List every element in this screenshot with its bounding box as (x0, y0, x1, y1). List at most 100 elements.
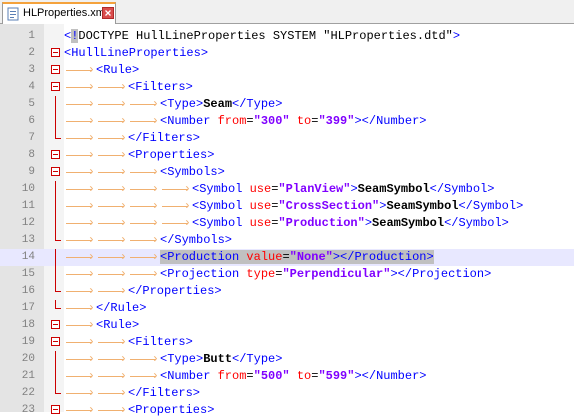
code-line[interactable]: 4 <Filters> (0, 79, 574, 96)
tab-arrow-icon (64, 249, 96, 266)
fold-line-marker (55, 181, 56, 198)
fold-toggle-icon[interactable] (51, 405, 60, 414)
code-text: <Production value="None"></Production> (64, 249, 434, 266)
tab-arrow-icon (64, 334, 96, 351)
code-text: </Symbols> (64, 232, 232, 249)
code-token: use (249, 199, 272, 213)
code-token: <Rule> (96, 318, 140, 332)
line-number: 8 (28, 149, 35, 161)
close-icon[interactable] (102, 7, 114, 19)
code-text: </Properties> (64, 283, 222, 300)
tab-arrow-icon (128, 266, 160, 283)
tab-arrow-icon (64, 96, 96, 113)
code-token: Seam (203, 97, 233, 111)
line-number: 12 (21, 217, 35, 229)
tab-arrow-icon (160, 181, 192, 198)
code-line[interactable]: 5 <Type>Seam</Type> (0, 96, 574, 113)
code-token: use (249, 216, 272, 230)
code-line[interactable]: 16 </Properties> (0, 283, 574, 300)
code-line[interactable]: 21<Number from="500" to="599"></Number> (0, 368, 574, 385)
code-text: <Rule> (64, 62, 139, 79)
code-line[interactable]: 2 <HullLineProperties> (0, 45, 574, 62)
code-line[interactable]: 8 <Properties> (0, 147, 574, 164)
tab-arrow-icon (64, 232, 96, 249)
tab-arrow-icon (128, 368, 160, 385)
tab-arrow-icon (96, 215, 128, 232)
code-line[interactable]: 15 <Projection type="Perpendicular"></Pro… (0, 266, 574, 283)
fold-toggle-icon[interactable] (51, 65, 60, 74)
code-text: <Number from="500" to="599"></Number> (64, 368, 426, 385)
tab-arrow-icon (160, 215, 192, 232)
code-token: </Filters> (128, 386, 201, 400)
fold-toggle-icon[interactable] (51, 167, 60, 176)
code-text: <Symbol use="CrossSection">SeamSymbol</S… (64, 198, 523, 215)
fold-toggle-icon[interactable] (51, 337, 60, 346)
code-line[interactable]: 6<Number from="300" to="399"></Number> (0, 113, 574, 130)
code-text: <Properties> (64, 147, 214, 164)
code-line[interactable]: 10 <Symbol use="PlanView">SeamSymbol</Sym… (0, 181, 574, 198)
code-line[interactable]: 17 </Rule> (0, 300, 574, 317)
fold-toggle-icon[interactable] (51, 150, 60, 159)
code-token: <Symbols> (160, 165, 225, 179)
code-token: <Number (160, 114, 218, 128)
fold-toggle-icon[interactable] (51, 48, 60, 57)
code-line[interactable]: 20 <Type>Butt</Type> (0, 351, 574, 368)
code-token: <Projection (160, 267, 247, 281)
tab-bar: HLProperties.xml (0, 0, 574, 24)
fold-end-marker (55, 130, 61, 139)
tab-arrow-icon (64, 113, 96, 130)
tab-arrow-icon (64, 402, 96, 419)
tab-arrow-icon (96, 147, 128, 164)
code-line[interactable]: 11 <Symbol use="CrossSection">SeamSymbol<… (0, 198, 574, 215)
code-line[interactable]: 13 </Symbols> (0, 232, 574, 249)
line-number: 14 (21, 251, 35, 263)
line-number: 6 (28, 115, 35, 127)
code-token: <Filters> (128, 80, 193, 94)
line-number: 3 (28, 64, 35, 76)
tab-arrow-icon (128, 351, 160, 368)
code-token: = (246, 369, 254, 383)
code-token: > (364, 216, 373, 230)
code-line[interactable]: 22 </Filters> (0, 385, 574, 402)
code-line[interactable]: 14 <Production value="None"></Production> (0, 249, 574, 266)
code-line[interactable]: 3 <Rule> (0, 62, 574, 79)
code-token: </Properties> (128, 284, 222, 298)
code-editor[interactable]: 1 <!DOCTYPE HullLineProperties SYSTEM "HL… (0, 24, 574, 418)
code-line[interactable]: 18 <Rule> (0, 317, 574, 334)
code-token: ></Number> (354, 369, 427, 383)
line-number: 17 (21, 302, 35, 314)
tab-hlproperties-xml[interactable]: HLProperties.xml (2, 2, 116, 24)
code-token: "PlanView" (278, 182, 351, 196)
tab-arrow-icon (128, 249, 160, 266)
code-token: ></Number> (354, 114, 427, 128)
fold-line-marker (55, 266, 56, 283)
tab-arrow-icon (128, 232, 160, 249)
line-number: 7 (28, 132, 35, 144)
code-line[interactable]: 12 <Symbol use="Production">SeamSymbol</S… (0, 215, 574, 232)
tab-arrow-icon (64, 385, 96, 402)
code-text: <Symbol use="Production">SeamSymbol</Sym… (64, 215, 509, 232)
tab-arrow-icon (128, 198, 160, 215)
code-text: </Filters> (64, 130, 200, 147)
fold-toggle-icon[interactable] (51, 82, 60, 91)
code-line[interactable]: 23 <Properties> (0, 402, 574, 419)
fold-line-marker (55, 215, 56, 232)
tab-arrow-icon (96, 96, 128, 113)
code-text: <Filters> (64, 334, 193, 351)
tab-arrow-icon (64, 215, 96, 232)
code-line[interactable]: 1 <!DOCTYPE HullLineProperties SYSTEM "HL… (0, 28, 574, 45)
code-text: </Filters> (64, 385, 200, 402)
code-token: Butt (203, 352, 233, 366)
code-line[interactable]: 7 </Filters> (0, 130, 574, 147)
fold-toggle-icon[interactable] (51, 320, 60, 329)
tab-arrow-icon (96, 351, 128, 368)
code-line[interactable]: 19 <Filters> (0, 334, 574, 351)
code-line[interactable]: 9 <Symbols> (0, 164, 574, 181)
line-number: 11 (21, 200, 35, 212)
line-number: 13 (21, 234, 35, 246)
tab-arrow-icon (64, 130, 96, 147)
line-number: 22 (21, 387, 35, 399)
code-token: to (296, 369, 312, 383)
tab-arrow-icon (128, 215, 160, 232)
